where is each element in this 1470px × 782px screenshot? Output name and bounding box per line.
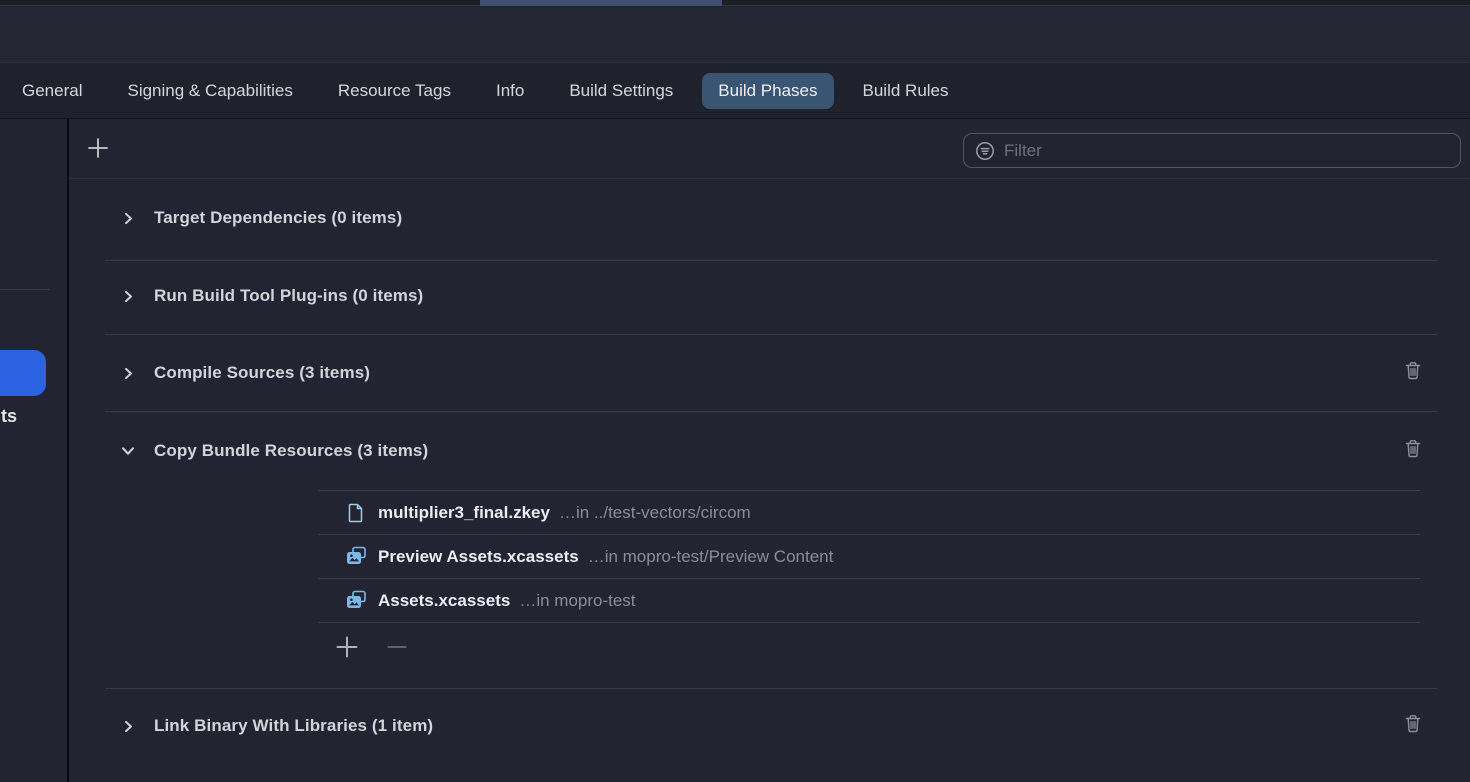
trash-icon — [1403, 360, 1423, 386]
tab-build-rules[interactable]: Build Rules — [847, 73, 965, 109]
minus-icon — [384, 634, 410, 665]
tab-resource-tags[interactable]: Resource Tags — [322, 73, 467, 109]
tab-build-phases[interactable]: Build Phases — [702, 73, 833, 109]
chevron-right-icon[interactable] — [120, 210, 136, 226]
phase-run-build-tool-plugins[interactable]: Run Build Tool Plug-ins (0 items) — [105, 274, 1437, 318]
trash-icon — [1403, 713, 1423, 739]
add-build-phase-button[interactable] — [85, 137, 111, 163]
phase-label: Run Build Tool Plug-ins (0 items) — [154, 286, 423, 306]
sidebar-separator — [67, 119, 69, 782]
file-location: …in mopro-test — [519, 591, 635, 611]
phase-label: Compile Sources (3 items) — [154, 363, 370, 383]
phase-label: Link Binary With Libraries (1 item) — [154, 716, 433, 736]
project-editor-tab-bar: General Signing & Capabilities Resource … — [0, 63, 1470, 119]
file-location: …in mopro-test/Preview Content — [588, 547, 834, 567]
file-name: Assets.xcassets — [378, 591, 510, 611]
plus-icon — [86, 136, 110, 165]
window-top-strip — [0, 0, 1470, 6]
file-location: …in ../test-vectors/circom — [559, 503, 751, 523]
file-name: Preview Assets.xcassets — [378, 547, 579, 567]
asset-catalog-icon — [345, 590, 367, 612]
copy-bundle-resources-file-list: multiplier3_final.zkey …in ../test-vecto… — [318, 490, 1420, 623]
filter-icon — [974, 140, 996, 162]
delete-copy-bundle-resources-button[interactable] — [1402, 440, 1423, 462]
filter-input[interactable] — [1004, 141, 1450, 161]
tab-signing-capabilities[interactable]: Signing & Capabilities — [111, 73, 308, 109]
chevron-right-icon[interactable] — [120, 365, 136, 381]
file-row[interactable]: Assets.xcassets …in mopro-test — [318, 579, 1420, 623]
window-toolbar — [0, 7, 1470, 63]
sidebar-divider — [0, 289, 50, 290]
xcode-build-phases-window: General Signing & Capabilities Resource … — [0, 0, 1470, 782]
chevron-right-icon[interactable] — [120, 288, 136, 304]
sidebar-truncated-label: ts — [1, 406, 17, 427]
plus-icon — [334, 634, 360, 665]
tab-general[interactable]: General — [6, 73, 98, 109]
toolbar-bottom-rule — [69, 178, 1470, 179]
phase-label: Copy Bundle Resources (3 items) — [154, 441, 428, 461]
delete-compile-sources-button[interactable] — [1402, 362, 1423, 384]
asset-catalog-icon — [345, 546, 367, 568]
phase-label: Target Dependencies (0 items) — [154, 208, 402, 228]
add-file-button[interactable] — [333, 635, 361, 663]
sidebar-selected-item[interactable] — [0, 350, 46, 396]
filter-field[interactable] — [963, 133, 1461, 168]
phase-target-dependencies[interactable]: Target Dependencies (0 items) — [105, 196, 1437, 240]
trash-icon — [1403, 438, 1423, 464]
section-divider — [105, 411, 1437, 412]
phase-copy-bundle-resources[interactable]: Copy Bundle Resources (3 items) — [105, 429, 1437, 473]
section-divider — [105, 334, 1437, 335]
chevron-down-icon[interactable] — [120, 443, 136, 459]
phase-link-binary-with-libraries[interactable]: Link Binary With Libraries (1 item) — [105, 704, 1437, 748]
section-divider — [105, 260, 1437, 261]
phase-compile-sources[interactable]: Compile Sources (3 items) — [105, 351, 1437, 395]
selected-editor-tab-accent[interactable] — [480, 0, 722, 6]
file-name: multiplier3_final.zkey — [378, 503, 550, 523]
chevron-right-icon[interactable] — [120, 718, 136, 734]
file-row[interactable]: Preview Assets.xcassets …in mopro-test/P… — [318, 535, 1420, 579]
section-divider — [105, 688, 1437, 689]
document-icon — [345, 502, 367, 524]
remove-file-button[interactable] — [383, 635, 411, 663]
tab-build-settings[interactable]: Build Settings — [553, 73, 689, 109]
delete-link-binary-button[interactable] — [1402, 715, 1423, 737]
file-row[interactable]: multiplier3_final.zkey …in ../test-vecto… — [318, 491, 1420, 535]
tab-info[interactable]: Info — [480, 73, 540, 109]
